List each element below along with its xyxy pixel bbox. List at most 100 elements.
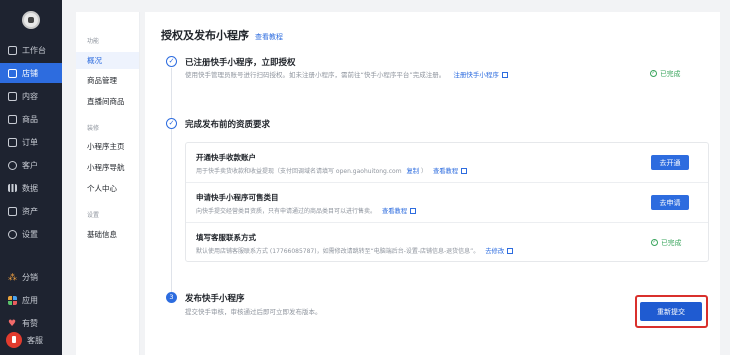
- external-link-icon: [501, 72, 508, 78]
- task-row: 开通快手收款账户 用于快手卖货收款和收益提现（支付回调域名请填写 open.ga…: [186, 143, 708, 183]
- customer-service[interactable]: 客服: [6, 332, 43, 348]
- customer-service-label: 客服: [27, 335, 43, 345]
- submenu-item-mp-home[interactable]: 小程序主页: [76, 138, 139, 155]
- nav-item-workbench[interactable]: 工作台: [0, 40, 62, 60]
- task-title: 开通快手收款账户: [196, 153, 256, 162]
- status-badge: ✓ 已完成: [651, 237, 681, 247]
- submenu-item-profile[interactable]: 个人中心: [76, 180, 139, 197]
- step-done-icon: ✓: [166, 56, 177, 67]
- apply-category-button[interactable]: 去申请: [651, 195, 689, 210]
- register-mp-link[interactable]: 注册快手小程序: [453, 71, 508, 79]
- document-icon: [8, 137, 17, 147]
- task-desc: 用于快手卖货收款和收益提现（支付回调域名请填写 open.gaohuitong.…: [196, 166, 468, 175]
- wallet-icon: [8, 206, 17, 216]
- nav-item-customers[interactable]: 客户: [0, 155, 62, 175]
- submenu-item-overview[interactable]: 概况: [76, 52, 139, 69]
- task-tutorial-label: 查看教程: [432, 168, 459, 175]
- nav-item-youzan[interactable]: 有赞: [0, 313, 62, 333]
- check-circle-icon: ✓: [650, 69, 657, 77]
- nav-item-apps[interactable]: 应用: [0, 290, 62, 310]
- image-icon: [8, 91, 17, 101]
- status-label: 已完成: [661, 239, 682, 247]
- submenu-item-mp-nav[interactable]: 小程序导航: [76, 159, 139, 176]
- submenu-group-title: 设置: [87, 212, 100, 219]
- submenu-item-goods-manage[interactable]: 商品管理: [76, 72, 139, 89]
- task-desc-end: ）: [421, 168, 428, 175]
- nav-item-label: 商品: [22, 114, 38, 124]
- youzan-icon: [8, 319, 17, 328]
- nav-item-goods[interactable]: 商品: [0, 109, 62, 129]
- copy-link[interactable]: 复制: [407, 168, 420, 175]
- step-1-desc-text: 使用快手管理员账号进行扫码授权。如未注册小程序，需前往“快手小程序平台”完成注册…: [185, 71, 446, 79]
- share-icon: [8, 273, 17, 282]
- nav-item-label: 店铺: [22, 68, 38, 78]
- nav-item-store[interactable]: 店铺: [0, 63, 62, 83]
- submenu-item-basic-info[interactable]: 基础信息: [76, 226, 139, 243]
- nav-item-label: 有赞: [22, 318, 38, 328]
- nav-item-label: 分销: [22, 272, 38, 282]
- nav-item-label: 工作台: [22, 45, 46, 55]
- nav-item-label: 数据: [22, 183, 38, 193]
- submenu-group-title: 功能: [87, 38, 100, 45]
- task-desc: 默认使用店铺客服联系方式 (17766085787)，如需修改请跳转至“电脑端后…: [196, 246, 514, 255]
- step-number-badge: 3: [166, 292, 177, 303]
- task-title: 申请快手小程序可售类目: [196, 193, 279, 202]
- open-account-button[interactable]: 去开通: [651, 155, 689, 170]
- nav-item-label: 订单: [22, 137, 38, 147]
- task-tutorial-link[interactable]: 查看教程: [432, 168, 468, 175]
- bar-chart-icon: [8, 184, 17, 192]
- task-title: 填写客服联系方式: [196, 233, 256, 242]
- step-2-title: 完成发布前的资质要求: [185, 120, 271, 130]
- nav-item-label: 资产: [22, 206, 38, 216]
- external-link-icon: [461, 168, 468, 174]
- customer-service-icon: [6, 332, 22, 348]
- resubmit-button[interactable]: 重新提交: [640, 302, 702, 321]
- nav-item-data[interactable]: 数据: [0, 178, 62, 198]
- task-desc-text: 默认使用店铺客服联系方式 (17766085787)，如需修改请跳转至“电脑端后…: [196, 248, 480, 255]
- qualification-card: 开通快手收款账户 用于快手卖货收款和收益提现（支付回调域名请填写 open.ga…: [185, 142, 709, 262]
- nav-item-assets[interactable]: 资产: [0, 201, 62, 221]
- task-desc: 向快手提交经营类目资质，只有申请通过的商品类目可以进行售卖。 查看教程: [196, 206, 417, 215]
- external-link-icon: [507, 248, 514, 254]
- nav-item-label: 设置: [22, 229, 38, 239]
- step-done-icon: ✓: [166, 118, 177, 129]
- nav-item-label: 客户: [22, 160, 38, 170]
- timeline-line: [171, 68, 172, 123]
- register-mp-link-label: 注册快手小程序: [453, 71, 499, 79]
- bag-icon: [8, 114, 17, 124]
- task-row: 申请快手小程序可售类目 向快手提交经营类目资质，只有申请通过的商品类目可以进行售…: [186, 183, 708, 223]
- submenu-group-title: 装修: [87, 125, 100, 132]
- main-panel: 授权及发布小程序 查看教程 ✓ 已注册快手小程序，立即授权 使用快手管理员账号进…: [145, 12, 720, 355]
- edit-link-label: 去修改: [485, 248, 505, 255]
- apps-icon: [8, 295, 17, 305]
- task-desc-text: 用于快手卖货收款和收益提现（支付回调域名请填写 open.gaohuitong.…: [196, 168, 402, 175]
- monitor-icon: [8, 45, 17, 55]
- nav-item-content[interactable]: 内容: [0, 86, 62, 106]
- edit-link[interactable]: 去修改: [485, 248, 514, 255]
- submenu-item-live-goods[interactable]: 直播间商品: [76, 93, 139, 110]
- timeline-line: [171, 129, 172, 295]
- tutorial-link[interactable]: 查看教程: [255, 32, 283, 42]
- store-avatar[interactable]: [22, 11, 40, 29]
- nav-item-settings[interactable]: 设置: [0, 224, 62, 244]
- task-desc-text: 向快手提交经营类目资质，只有申请通过的商品类目可以进行售卖。: [196, 208, 377, 215]
- status-label: 已完成: [660, 70, 681, 78]
- task-tutorial-label: 查看教程: [381, 208, 408, 215]
- task-tutorial-link[interactable]: 查看教程: [381, 208, 417, 215]
- check-circle-icon: ✓: [651, 238, 658, 246]
- user-icon: [8, 160, 17, 170]
- store-icon: [8, 68, 17, 78]
- step-1-title: 已注册快手小程序，立即授权: [185, 58, 296, 68]
- nav-item-orders[interactable]: 订单: [0, 132, 62, 152]
- page-title: 授权及发布小程序: [161, 29, 249, 42]
- task-row: 填写客服联系方式 默认使用店铺客服联系方式 (17766085787)，如需修改…: [186, 223, 708, 263]
- step-3-title: 发布快手小程序: [185, 294, 245, 304]
- nav-item-label: 内容: [22, 91, 38, 101]
- nav-item-distribution[interactable]: 分销: [0, 267, 62, 287]
- external-link-icon: [410, 208, 417, 214]
- nav-item-label: 应用: [22, 295, 38, 305]
- status-badge: ✓ 已完成: [650, 68, 680, 78]
- step-1-desc: 使用快手管理员账号进行扫码授权。如未注册小程序，需前往“快手小程序平台”完成注册…: [185, 69, 508, 79]
- secondary-menu: 功能 概况 商品管理 直播间商品 装修 小程序主页 小程序导航 个人中心 设置 …: [76, 12, 140, 355]
- gear-icon: [8, 229, 17, 239]
